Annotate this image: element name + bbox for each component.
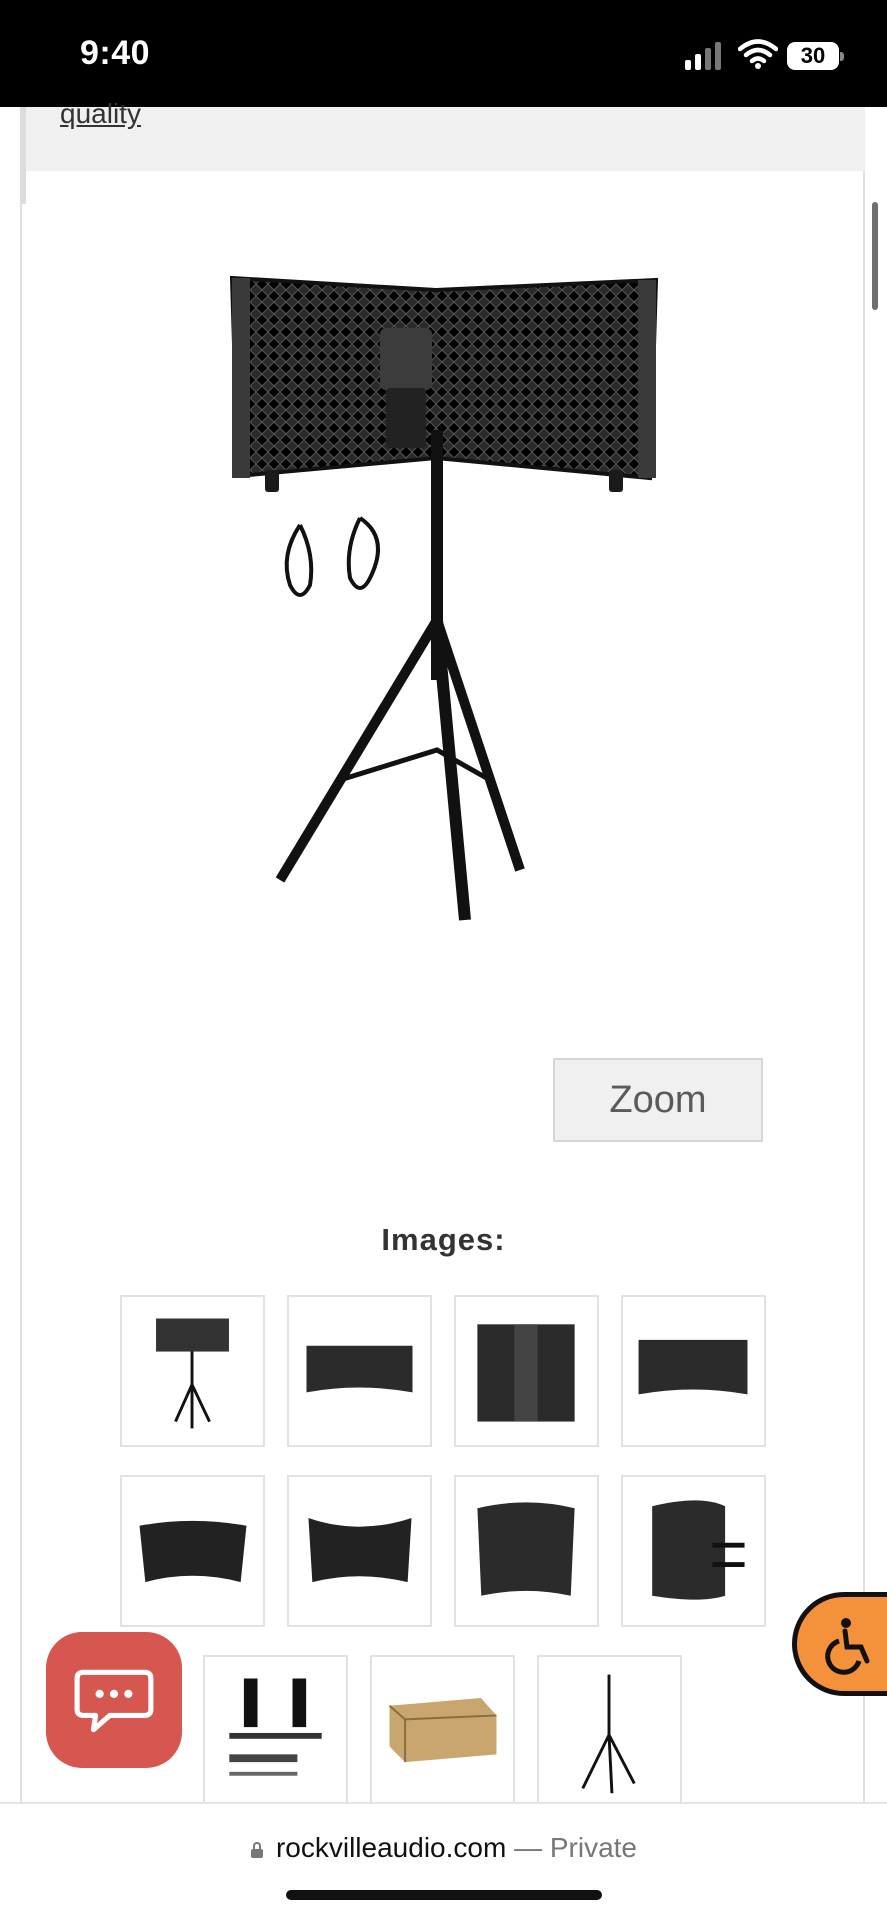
wheelchair-icon — [825, 1618, 870, 1675]
top-banner — [22, 107, 865, 171]
banner-accent-bar — [20, 107, 26, 204]
private-label: Private — [549, 1832, 638, 1863]
thumb-shield-concave[interactable] — [287, 1475, 432, 1627]
address-text: rockvilleaudio.com — Private — [0, 1832, 887, 1864]
thumb-shield-curved-angle[interactable] — [120, 1475, 265, 1627]
main-product-image[interactable] — [220, 260, 670, 940]
chat-bubble-icon — [74, 1669, 154, 1733]
address-bar[interactable]: rockvilleaudio.com — Private — [0, 1802, 887, 1920]
thumb-shield-curved-front[interactable] — [621, 1295, 766, 1447]
lock-icon — [250, 1833, 264, 1858]
thumb-mount-brackets[interactable] — [203, 1655, 348, 1807]
battery-icon: 30 — [787, 42, 844, 70]
quality-link[interactable]: quality — [60, 98, 141, 130]
thumb-shield-front-wide[interactable] — [287, 1295, 432, 1447]
thumb-shield-side-panels[interactable] — [454, 1475, 599, 1627]
zoom-button[interactable]: Zoom — [553, 1058, 763, 1142]
accessibility-button[interactable] — [792, 1592, 887, 1696]
status-bar: 9:40 30 — [0, 0, 887, 107]
thumb-shield-cylinder-mounts[interactable] — [621, 1475, 766, 1627]
wifi-icon — [737, 38, 779, 70]
scrollbar-thumb[interactable] — [872, 202, 878, 310]
thumb-product-box[interactable] — [370, 1655, 515, 1807]
status-time: 9:40 — [80, 34, 151, 72]
images-heading: Images: — [381, 1222, 506, 1257]
thumb-tripod-stand[interactable] — [537, 1655, 682, 1807]
thumb-shield-folded-tall[interactable] — [454, 1295, 599, 1447]
chat-button[interactable] — [46, 1632, 182, 1768]
domain-text: rockvilleaudio.com — [275, 1832, 507, 1863]
cell-signal-icon — [685, 40, 725, 70]
home-indicator[interactable] — [286, 1890, 602, 1900]
thumb-shield-mic-tripod[interactable] — [120, 1295, 265, 1447]
separator-text: — — [506, 1832, 550, 1863]
